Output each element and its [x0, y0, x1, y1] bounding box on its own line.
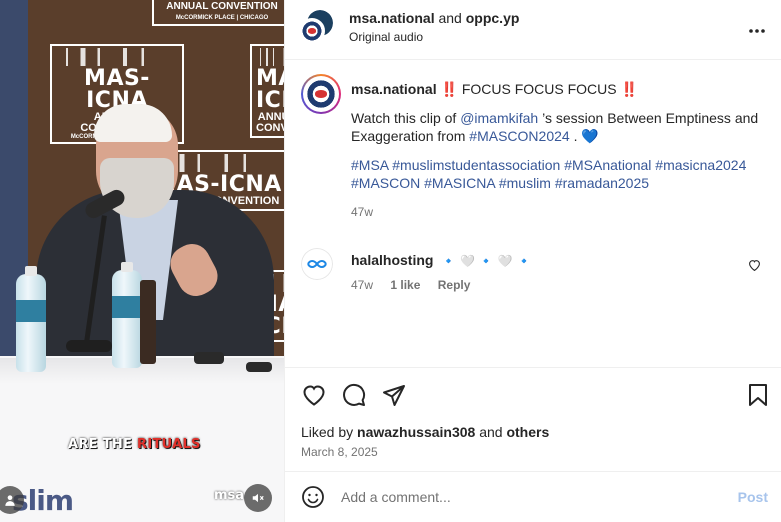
commenter-avatar[interactable]: [301, 248, 333, 280]
blue-diamond-icon: 🔹: [478, 254, 494, 268]
user-icon: [5, 495, 15, 506]
comment-text: halalhosting 🔹 🤍 🔹 🤍 🔹: [351, 252, 532, 268]
halalhosting-logo-icon: [301, 248, 333, 280]
speaker-muted-icon: [252, 493, 264, 503]
white-heart-icon: 🤍: [460, 254, 476, 268]
comment-item: halalhosting 🔹 🤍 🔹 🤍 🔹 47w 1 like Reply: [301, 248, 771, 298]
comment-input[interactable]: [341, 486, 721, 508]
video-caption: ARE THE RITUALS: [68, 437, 201, 452]
comment-meta: 47w 1 like Reply: [351, 278, 484, 292]
backdrop-tile: ANNUAL CONVENTION McCORMICK PLACE | CHICA…: [152, 0, 284, 26]
video-player[interactable]: ANNUAL CONVENTION McCORMICK PLACE | CHICA…: [0, 0, 284, 522]
post-actions: Liked by nawazhussain308 and others Marc…: [285, 367, 781, 471]
hashtag-link[interactable]: #MSAnational: [564, 157, 651, 173]
post-header: msa.national and oppc.yp Original audio: [285, 0, 781, 60]
hashtag-link[interactable]: #MSA: [351, 157, 388, 173]
post-details-panel: msa.national and oppc.yp Original audio …: [284, 0, 781, 522]
save-button[interactable]: [745, 382, 771, 408]
microphone-base: [66, 340, 112, 352]
caption-username[interactable]: msa.national: [351, 81, 437, 97]
liked-by: Liked by nawazhussain308 and others: [301, 424, 550, 440]
liked-by-others-link[interactable]: others: [506, 424, 549, 440]
more-options-button[interactable]: [748, 22, 766, 38]
cup: [140, 280, 156, 364]
share-button[interactable]: [381, 382, 407, 408]
video-watermark: msa: [214, 488, 245, 503]
collaborator-link[interactable]: oppc.yp: [466, 10, 520, 26]
comment-age[interactable]: 47w: [351, 278, 373, 292]
smiley-icon: [302, 486, 324, 508]
heart-outline-icon: [749, 260, 760, 272]
hashtag-link[interactable]: #muslimstudentassociation: [392, 157, 560, 173]
white-heart-icon: 🤍: [497, 254, 513, 268]
hashtag-link[interactable]: #MASICNA: [424, 175, 495, 191]
blue-heart-icon: 💙: [581, 128, 599, 144]
liked-by-user-link[interactable]: nawazhussain308: [357, 424, 475, 440]
post-date[interactable]: March 8, 2025: [301, 445, 378, 459]
hashtag-link[interactable]: #MASCON: [351, 175, 420, 191]
mute-button[interactable]: [244, 484, 272, 512]
backdrop-tile: MAS-ICNA ANNUAL CONVENTION: [250, 44, 284, 138]
double-exclamation-icon: ‼️: [620, 81, 638, 97]
caption-hashtags: #MSA #muslimstudentassociation #MSAnatio…: [351, 156, 761, 192]
caption-text: msa.national ‼️ FOCUS FOCUS FOCUS ‼️ Wat…: [351, 80, 761, 221]
emoji-button[interactable]: [301, 485, 327, 511]
phone: [246, 362, 272, 372]
hashtag-link[interactable]: #MASCON2024: [469, 128, 569, 144]
msa-logo-icon: [301, 20, 323, 42]
audio-link[interactable]: Original audio: [349, 30, 423, 44]
more-horizontal-icon: [749, 29, 765, 33]
comment-likes[interactable]: 1 like: [390, 278, 420, 292]
msa-logo-icon: [305, 78, 337, 110]
speech-bubble-icon: [343, 383, 366, 406]
like-button[interactable]: [301, 382, 327, 408]
water-bottle: [112, 262, 142, 368]
phone: [194, 352, 224, 364]
hashtag-link[interactable]: #masicna2024: [655, 157, 746, 173]
hashtag-link[interactable]: #muslim: [499, 175, 551, 191]
hashtag-link[interactable]: #ramadan2025: [555, 175, 649, 191]
paper-plane-icon: [383, 385, 405, 406]
bookmark-icon: [749, 384, 767, 406]
author-avatar[interactable]: [299, 18, 325, 44]
post-comment-button[interactable]: Post: [738, 489, 768, 505]
caption-age[interactable]: 47w: [351, 203, 761, 221]
heart-outline-icon: [303, 385, 325, 406]
water-bottle: [16, 266, 46, 372]
double-exclamation-icon: ‼️: [440, 81, 458, 97]
reply-button[interactable]: Reply: [438, 278, 471, 292]
blue-diamond-icon: 🔹: [516, 254, 532, 268]
comment-button[interactable]: [341, 382, 367, 408]
author-link[interactable]: msa.national: [349, 10, 435, 26]
add-comment-bar: Post: [285, 471, 781, 522]
commenter-username[interactable]: halalhosting: [351, 252, 433, 268]
caption-author-avatar[interactable]: [301, 74, 341, 114]
caption-headline: FOCUS FOCUS FOCUS: [461, 81, 617, 97]
blue-diamond-icon: 🔹: [441, 254, 457, 268]
mention-link[interactable]: @imamkifah: [460, 110, 538, 126]
caption-paragraph: Watch this clip of @imamkifah ’s session…: [351, 110, 759, 144]
comment-like-button[interactable]: [748, 258, 761, 274]
post-authors: msa.national and oppc.yp: [349, 10, 520, 26]
